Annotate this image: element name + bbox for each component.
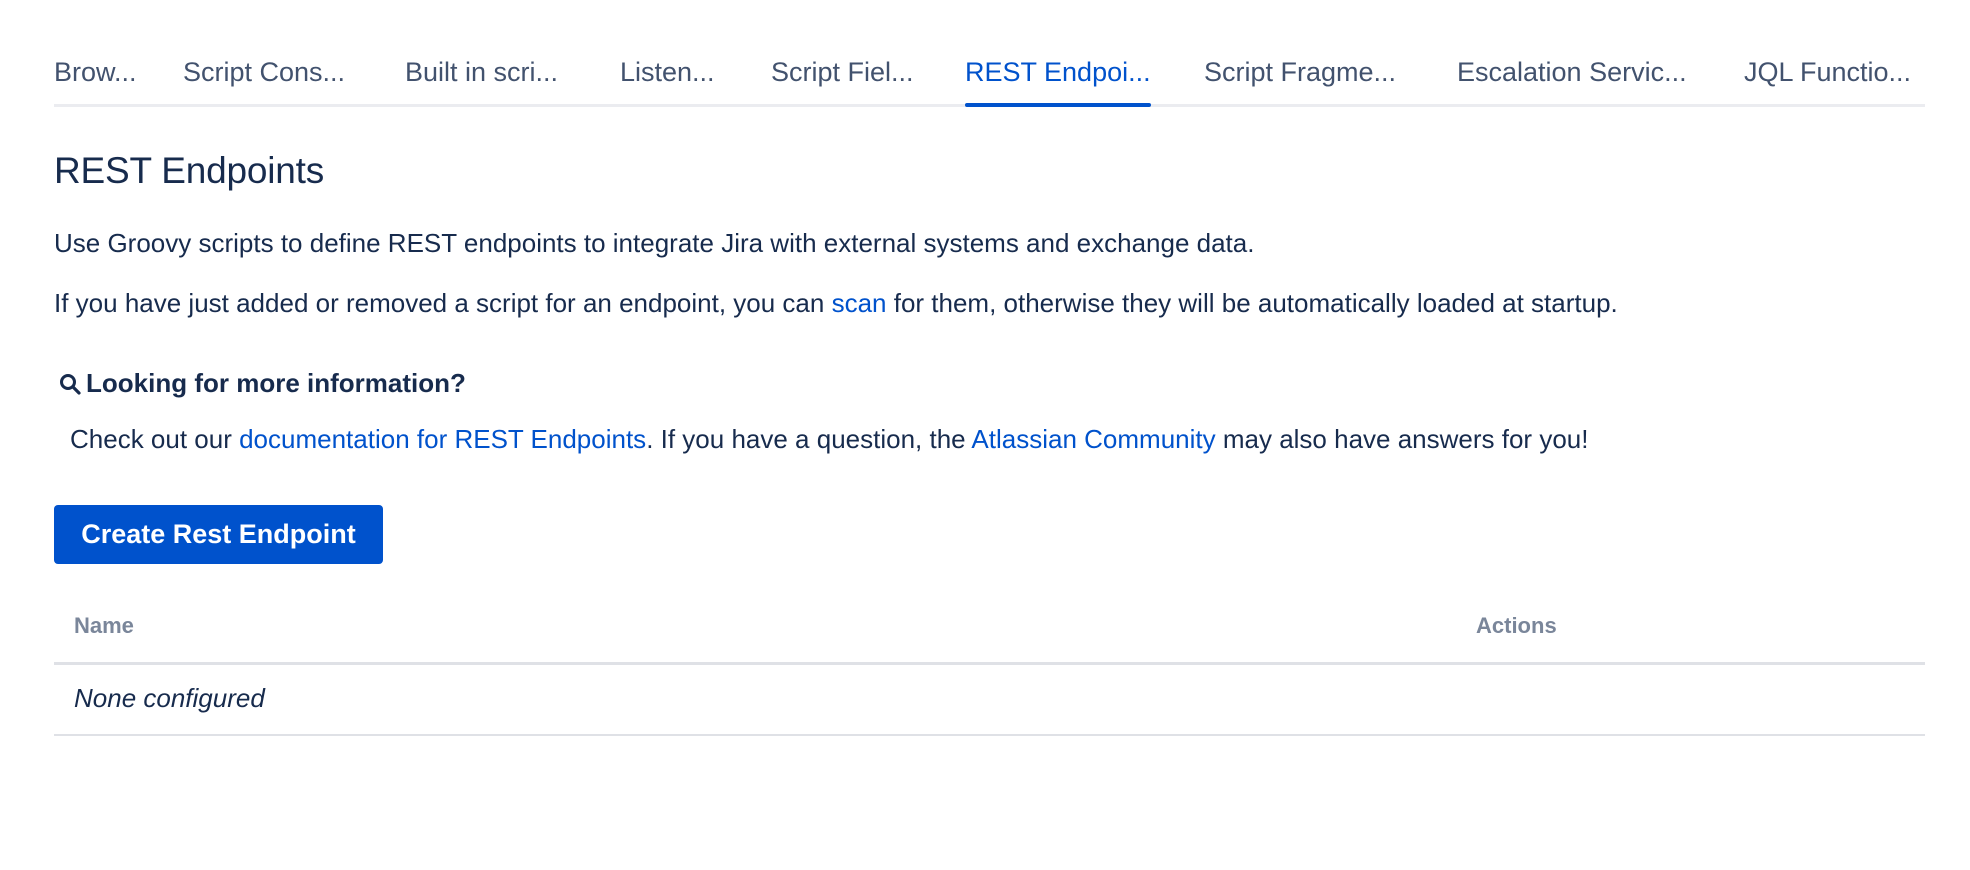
tab-script-console[interactable]: Script Cons... [183, 50, 345, 104]
tab-rest-endpoints[interactable]: REST Endpoi... [965, 50, 1151, 107]
column-header-actions: Actions [1476, 613, 1557, 638]
table-header: Name Actions [54, 597, 1925, 665]
tab-bar: Brow... Script Cons... Built in scri... … [54, 50, 1925, 107]
info-heading-text: Looking for more information? [86, 368, 466, 398]
search-icon [58, 372, 82, 396]
tab-listeners[interactable]: Listen... [620, 50, 715, 104]
scan-notice: If you have just added or removed a scri… [54, 288, 1618, 319]
info-text-before: Check out our [70, 424, 240, 454]
table-row: None configured [54, 665, 1925, 736]
documentation-link[interactable]: documentation for REST Endpoints [239, 424, 646, 454]
tab-escalation-services[interactable]: Escalation Servic... [1457, 50, 1687, 104]
tab-script-fields[interactable]: Script Fiel... [771, 50, 914, 104]
column-header-name: Name [74, 613, 134, 638]
empty-state-text: None configured [74, 683, 265, 713]
tab-jql-functions[interactable]: JQL Functio... [1744, 50, 1911, 104]
info-text-middle: . If you have a question, the [646, 424, 972, 454]
page-description: Use Groovy scripts to define REST endpoi… [54, 228, 1255, 258]
scan-text-after: for them, otherwise they will be automat… [886, 288, 1618, 318]
tab-browse[interactable]: Brow... [54, 50, 137, 104]
info-heading: Looking for more information? [58, 368, 466, 399]
endpoints-table: Name Actions None configured [54, 597, 1925, 736]
create-rest-endpoint-button[interactable]: Create Rest Endpoint [54, 505, 383, 564]
tab-script-fragments[interactable]: Script Fragme... [1204, 50, 1396, 104]
scan-link[interactable]: scan [832, 288, 887, 318]
info-text-after: may also have answers for you! [1215, 424, 1589, 454]
tab-built-in-scripts[interactable]: Built in scri... [405, 50, 558, 104]
page-title: REST Endpoints [54, 150, 325, 191]
atlassian-community-link[interactable]: Atlassian Community [971, 424, 1215, 454]
info-text: Check out our documentation for REST End… [70, 424, 1588, 455]
scan-text-before: If you have just added or removed a scri… [54, 288, 832, 318]
